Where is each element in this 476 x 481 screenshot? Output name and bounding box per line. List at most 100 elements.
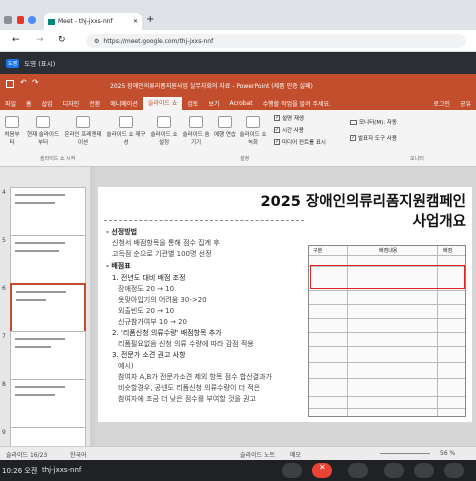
notes-button[interactable]: 슬라이드 노트 xyxy=(240,450,275,459)
tab-slideshow[interactable]: 슬라이드 쇼 xyxy=(142,97,183,110)
slide-text-line: 예시) xyxy=(118,362,134,370)
checkbox-icon: ✓ xyxy=(350,135,356,141)
present-button[interactable] xyxy=(444,463,464,478)
mic-off-button[interactable]: ✕ xyxy=(312,463,332,478)
redo-icon[interactable]: ↷ xyxy=(32,78,39,87)
captions-button[interactable] xyxy=(282,463,302,478)
emoji-button[interactable] xyxy=(414,463,434,478)
table-header: 구분 xyxy=(313,248,323,254)
dotted-divider xyxy=(104,220,304,221)
back-icon[interactable]: ← xyxy=(12,35,20,45)
slide-title-line1: 2025 장애인의류리폼지원캠페인 xyxy=(260,194,466,210)
slide-text-line: 2. '리폼신청 의류수량' 배점항목 추가 xyxy=(112,329,222,337)
show-media-controls-checkbox[interactable]: ✓ 미디어 컨트롤 표시 xyxy=(274,138,326,146)
close-tab-icon[interactable]: ✕ xyxy=(133,18,138,25)
tab-review[interactable]: 검토 xyxy=(182,99,203,108)
captions-cc-button[interactable] xyxy=(384,463,404,478)
tab-insert[interactable]: 삽입 xyxy=(37,99,58,108)
slide-text-line: 1. 전년도 대비 배점 조정 xyxy=(112,274,186,282)
setup-icon xyxy=(157,116,171,128)
play-icon xyxy=(5,116,19,128)
browser-tab-bar: Meet - thj-jxxs-nnf ✕ + xyxy=(0,0,476,30)
slide-title-line2: 사업개요 xyxy=(412,214,466,230)
monitor-select[interactable]: 모니터(M): 자동 xyxy=(350,118,397,126)
tabs-icon[interactable] xyxy=(4,16,12,24)
tab-transitions[interactable]: 전환 xyxy=(84,99,105,108)
tab-home[interactable]: 홈 xyxy=(21,99,37,108)
sign-in-link[interactable]: 로그인 xyxy=(428,99,455,108)
language-status[interactable]: 한국어 xyxy=(70,450,87,459)
hide-slide-button[interactable]: 슬라이드 숨기기 xyxy=(180,116,212,146)
camera-button[interactable] xyxy=(348,463,368,478)
slide-text-line: 장애정도 20 → 10 xyxy=(118,285,175,293)
tab-acrobat[interactable]: Acrobat xyxy=(224,100,257,107)
url-input[interactable]: ⚙ https://meet.google.com/thj-jxxs-nnf xyxy=(86,34,466,48)
extension-icon[interactable] xyxy=(17,16,24,24)
zoom-slider[interactable] xyxy=(380,453,430,454)
slide-text-line: - 선정방법 xyxy=(106,228,138,236)
tab-view[interactable]: 보기 xyxy=(203,99,224,108)
group-label-monitor: 모니터 xyxy=(410,156,424,162)
tab-design[interactable]: 디자인 xyxy=(58,99,85,108)
slide-text-line: 3. 전문가 소견 권고 사항 xyxy=(112,351,186,359)
tell-me-search[interactable]: 수행할 작업을 알려 주세요. xyxy=(258,99,336,108)
comments-button[interactable]: 메모 xyxy=(290,450,301,459)
forward-icon[interactable]: → xyxy=(36,35,44,45)
group-label-start: 슬라이드 쇼 시작 xyxy=(40,156,76,162)
slide-text-line: 옷맞아입기의 어려움 30->20 xyxy=(118,296,207,304)
slide-text-line: 고득점 순으로 기관별 100명 선정 xyxy=(112,250,212,258)
play-narrations-checkbox[interactable]: ✓ 설명 재생 xyxy=(274,114,304,122)
clock-icon xyxy=(218,116,232,128)
group-label-setup: 설정 xyxy=(240,156,250,162)
from-current-slide-button[interactable]: 현재 슬라이드부터 xyxy=(26,116,60,146)
ribbon: 처음부터 현재 슬라이드부터 온라인 프레젠테이션 슬라이드 쇼 재구성 슬라이… xyxy=(0,110,476,167)
online-icon xyxy=(76,116,90,128)
tab-file[interactable]: 파일 xyxy=(0,99,21,108)
meeting-time: 10:26 오전 xyxy=(2,467,38,475)
ppt-status-bar: 슬라이드 16/23 한국어 슬라이드 노트 메모 56 % xyxy=(0,446,476,460)
custom-show-button[interactable]: 슬라이드 쇼 재구성 xyxy=(106,116,146,146)
slide-text-line: 참여자에 조금 더 낮은 점수를 부여할 것을 권고 xyxy=(118,395,256,403)
tune-icon[interactable]: ⚙ xyxy=(94,38,99,45)
slide-text-line: - 배점표 xyxy=(106,262,131,270)
url-text: https://meet.google.com/thj-jxxs-nnf xyxy=(103,37,214,45)
slide-counter: 슬라이드 16/23 xyxy=(6,452,48,459)
thumb-number: 7 xyxy=(2,333,6,340)
ppt-title-bar: 2025 장애인의류리폼지원사업 실무자회의 자료 - PowerPoint (… xyxy=(0,74,476,97)
avatar: 도영 xyxy=(6,58,20,68)
checkbox-icon: ✓ xyxy=(274,139,280,145)
use-timings-checkbox[interactable]: ✓ 시간 사용 xyxy=(274,126,304,134)
rehearse-button[interactable]: 예행 연습 xyxy=(214,116,236,138)
custom-show-icon xyxy=(119,116,133,128)
slide-thumbnails-pane: 4 5 6 7 8 9 xyxy=(0,167,95,446)
setup-show-button[interactable]: 슬라이드 쇼 설정 xyxy=(150,116,178,146)
tab-animations[interactable]: 애니메이션 xyxy=(105,99,143,108)
browser-tab[interactable]: Meet - thj-jxxs-nnf ✕ xyxy=(44,13,142,30)
slide-thumbnail[interactable] xyxy=(10,427,86,446)
slide-thumbnail-selected[interactable] xyxy=(10,283,86,335)
reload-icon[interactable]: ↻ xyxy=(58,35,66,45)
record-icon xyxy=(246,116,260,128)
table-header: 배점 xyxy=(443,248,453,254)
undo-icon[interactable]: ↶ xyxy=(20,78,27,87)
hide-icon xyxy=(189,116,203,128)
slide-play-icon xyxy=(36,116,50,128)
slide-text-line: 외출빈도 20 → 10 xyxy=(118,307,175,315)
zoom-level[interactable]: 56 % xyxy=(440,450,455,457)
chrome-icon[interactable] xyxy=(28,16,36,24)
new-tab-icon[interactable]: + xyxy=(146,14,154,25)
share-button[interactable]: 공유 xyxy=(455,99,476,108)
present-online-button[interactable]: 온라인 프레젠테이션 xyxy=(62,116,104,146)
slide-thumbnail[interactable] xyxy=(10,187,86,239)
meeting-code: thj-jxxs-nnf xyxy=(42,466,82,474)
highlight-box xyxy=(310,265,465,289)
slide-thumbnail[interactable] xyxy=(10,235,86,287)
save-icon[interactable] xyxy=(6,80,14,88)
slide-thumbnail[interactable] xyxy=(10,379,86,431)
presenter-view-checkbox[interactable]: ✓ 발표자 도구 사용 xyxy=(350,134,397,142)
slide-thumbnail[interactable] xyxy=(10,331,86,383)
from-beginning-button[interactable]: 처음부터 xyxy=(2,116,22,146)
record-show-button[interactable]: 슬라이드 쇼 녹화 xyxy=(238,116,268,146)
slide-text-line: 신청서 배점항목을 통해 점수 집계 후 xyxy=(112,239,220,247)
slide[interactable]: 2025 장애인의류리폼지원캠페인 사업개요 - 선정방법 신청서 배점항목을 … xyxy=(98,187,472,422)
